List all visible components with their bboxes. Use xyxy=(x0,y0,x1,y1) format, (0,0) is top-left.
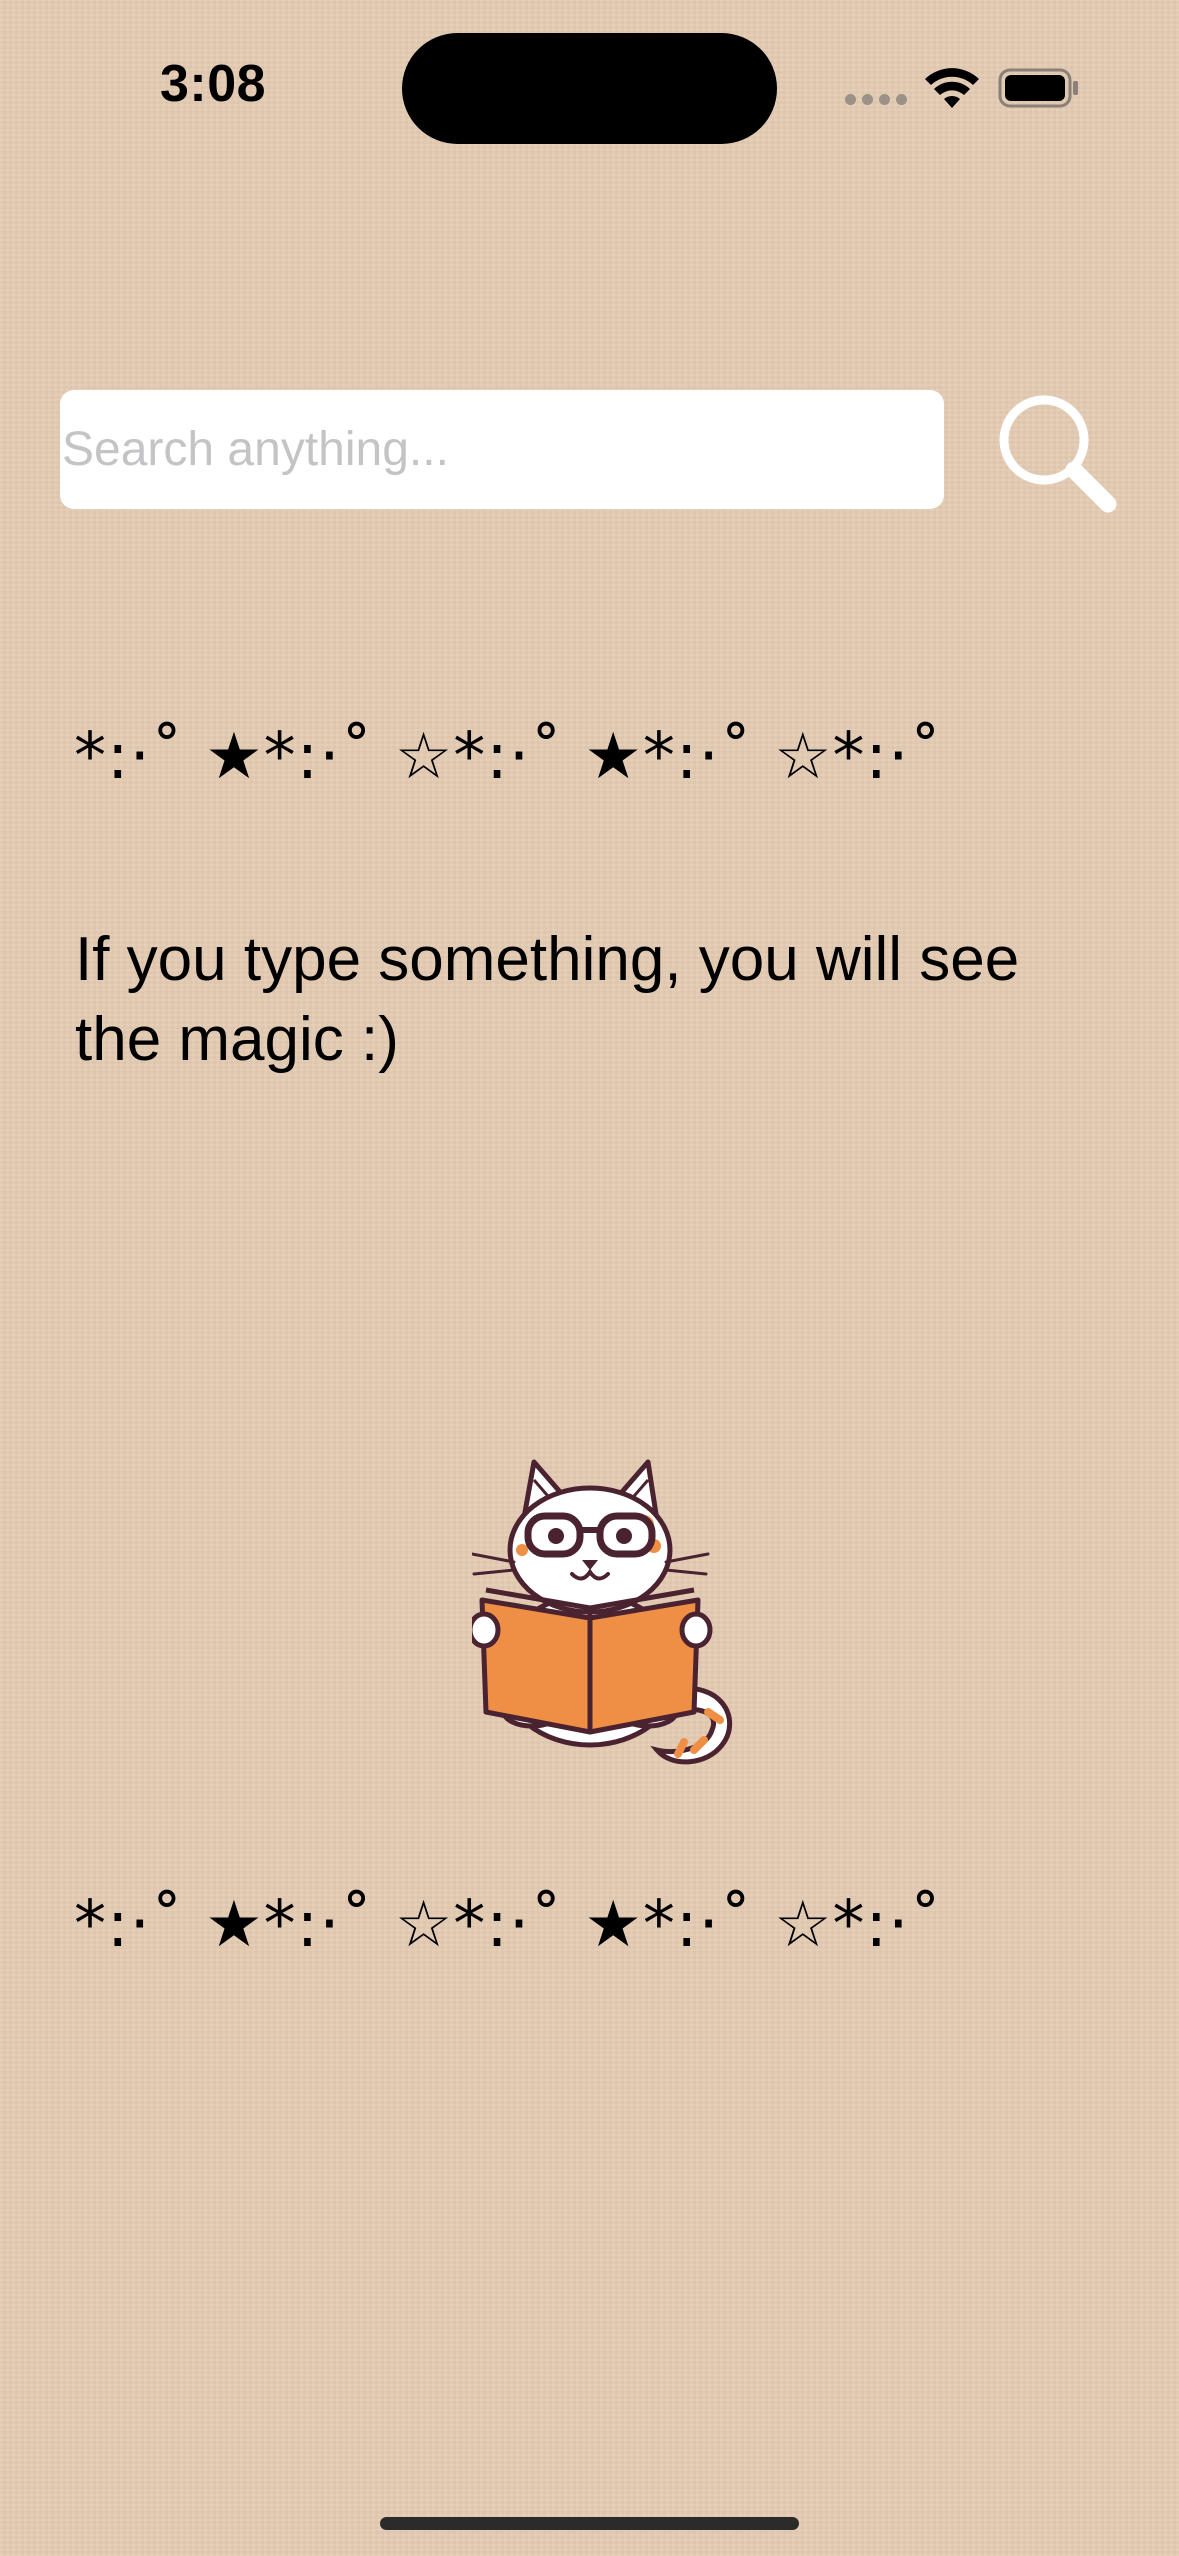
status-time: 3:08 xyxy=(160,55,267,113)
wifi-icon xyxy=(925,68,979,108)
battery-icon xyxy=(998,68,1078,108)
hint-message: If you type something, you will see the … xyxy=(75,925,1020,1074)
dynamic-island xyxy=(402,33,777,144)
search-icon xyxy=(999,395,1117,513)
search-input[interactable] xyxy=(60,390,944,509)
search-button[interactable] xyxy=(990,386,1120,516)
home-indicator[interactable] xyxy=(380,2517,799,2530)
cellular-signal-icon xyxy=(845,94,907,105)
decorative-stars-top: *:·˚ ★*:·˚ ☆*:·˚ ★*:·˚ ☆*:·˚ xyxy=(74,720,943,794)
decorative-stars-bottom: *:·˚ ★*:·˚ ☆*:·˚ ★*:·˚ ☆*:·˚ xyxy=(74,1888,943,1962)
cat-reading-book-icon xyxy=(472,1459,733,1765)
